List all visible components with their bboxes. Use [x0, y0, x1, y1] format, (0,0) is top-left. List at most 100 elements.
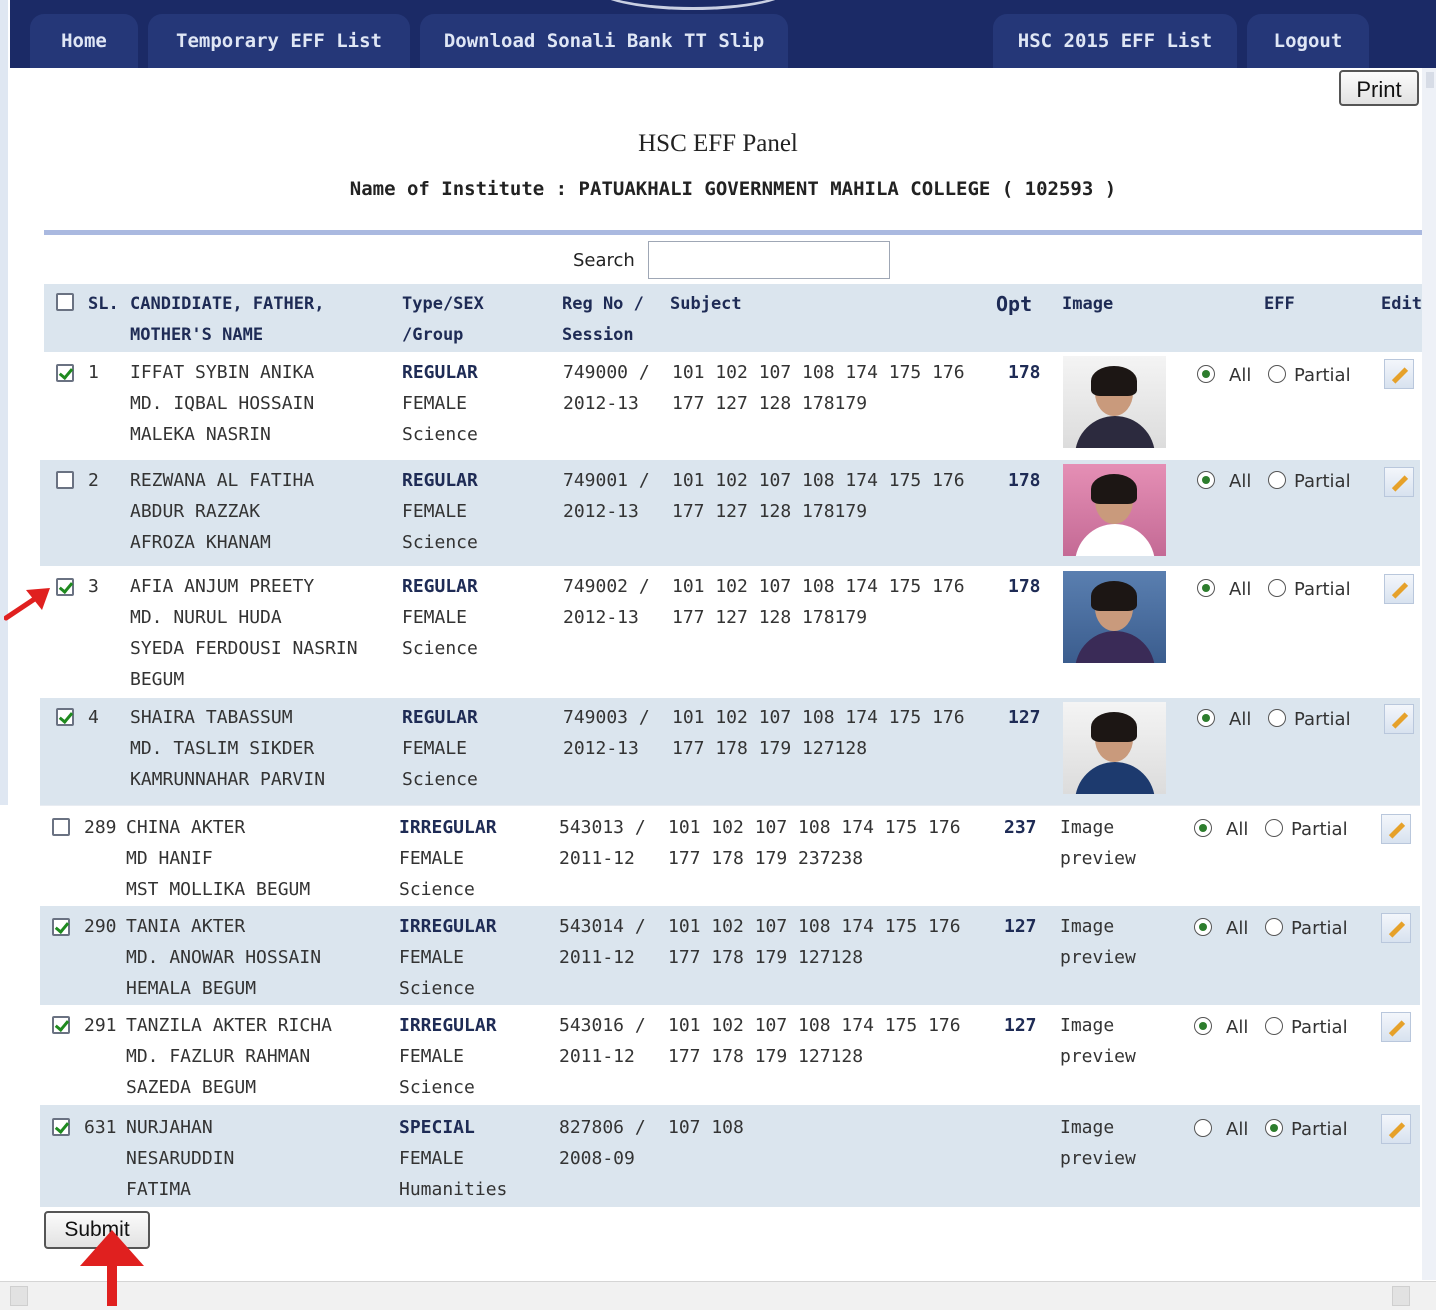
row-checkbox[interactable]: [52, 818, 70, 836]
row-opt: 127: [1004, 916, 1037, 937]
eff-partial-radio[interactable]: [1265, 1119, 1283, 1137]
row-checkbox[interactable]: [52, 1016, 70, 1034]
institute-name: Name of Institute : PATUAKHALI GOVERNMEN…: [349, 178, 1117, 200]
row-subject: 101 102 107 108 174 175 176 177 178 179 …: [668, 916, 961, 968]
eff-partial-radio[interactable]: [1265, 1017, 1283, 1035]
row-sex-group: FEMALE Science: [402, 393, 478, 445]
row-subject: 101 102 107 108 174 175 176 177 127 128 …: [672, 470, 965, 522]
row-subject: 101 102 107 108 174 175 176 177 127 128 …: [672, 362, 965, 414]
eff-partial-radio[interactable]: [1268, 365, 1286, 383]
row-reg: 749002 / 2012-13: [563, 576, 650, 628]
eff-partial-radio[interactable]: [1268, 709, 1286, 727]
eff-all-label: All: [1226, 1017, 1249, 1038]
edit-icon[interactable]: [1384, 704, 1414, 734]
eff-all-radio[interactable]: [1197, 365, 1215, 383]
scroll-left-arrow-icon[interactable]: [10, 1286, 28, 1306]
nav-tab-logout[interactable]: Logout: [1247, 14, 1369, 68]
header-sl: SL.: [88, 294, 119, 314]
header-opt: Opt: [996, 292, 1033, 316]
edit-icon[interactable]: [1384, 574, 1414, 604]
eff-all-label: All: [1226, 1119, 1249, 1140]
row-reg: 827806 / 2008-09: [559, 1117, 646, 1169]
row-checkbox[interactable]: [52, 1118, 70, 1136]
row-subject: 101 102 107 108 174 175 176 177 127 128 …: [672, 576, 965, 628]
row-checkbox[interactable]: [56, 471, 74, 489]
eff-partial-radio[interactable]: [1265, 819, 1283, 837]
nav-tab-download-tt-slip[interactable]: Download Sonali Bank TT Slip: [420, 14, 788, 68]
scroll-up-arrow-icon[interactable]: [1426, 72, 1434, 88]
eff-all-radio[interactable]: [1197, 709, 1215, 727]
image-preview-link[interactable]: Image preview: [1060, 1010, 1136, 1072]
edit-icon[interactable]: [1381, 814, 1411, 844]
print-button[interactable]: Print: [1339, 70, 1419, 106]
row-reg: 543016 / 2011-12: [559, 1015, 646, 1067]
header-reg: Reg No / Session: [562, 294, 644, 345]
row-reg: 749001 / 2012-13: [563, 470, 650, 522]
eff-partial-radio[interactable]: [1268, 471, 1286, 489]
row-sex-group: FEMALE Science: [399, 1046, 475, 1098]
scroll-right-arrow-icon[interactable]: [1392, 1286, 1410, 1306]
row-subject: 101 102 107 108 174 175 176 177 178 179 …: [668, 817, 961, 869]
row-sl: 289: [84, 817, 117, 838]
nav-tab-temporary-eff-list[interactable]: Temporary EFF List: [148, 14, 410, 68]
header-subject: Subject: [670, 294, 742, 314]
nav-tab-home[interactable]: Home: [30, 14, 138, 68]
nav-tab-hsc-2015-eff-list[interactable]: HSC 2015 EFF List: [993, 14, 1237, 68]
eff-all-label: All: [1229, 365, 1252, 386]
eff-partial-label: Partial: [1291, 918, 1348, 939]
eff-all-radio[interactable]: [1197, 471, 1215, 489]
eff-all-radio[interactable]: [1194, 819, 1212, 837]
row-reg: 543014 / 2011-12: [559, 916, 646, 968]
edit-icon[interactable]: [1384, 359, 1414, 389]
row-subject: 107 108: [668, 1117, 744, 1138]
edit-icon[interactable]: [1381, 1114, 1411, 1144]
candidate-photo: [1063, 702, 1166, 794]
page-title: HSC EFF Panel: [638, 130, 798, 157]
image-preview-link[interactable]: Image preview: [1060, 1112, 1136, 1174]
eff-partial-radio[interactable]: [1268, 579, 1286, 597]
eff-all-radio[interactable]: [1197, 579, 1215, 597]
row-checkbox[interactable]: [56, 364, 74, 382]
header-type: Type/SEX /Group: [402, 294, 484, 345]
row-reg: 543013 / 2011-12: [559, 817, 646, 869]
row-checkbox[interactable]: [56, 578, 74, 596]
eff-all-label: All: [1229, 709, 1252, 730]
row-sl: 291: [84, 1015, 117, 1036]
eff-all-label: All: [1226, 819, 1249, 840]
row-sl: 290: [84, 916, 117, 937]
row-subject: 101 102 107 108 174 175 176 177 178 179 …: [668, 1015, 961, 1067]
eff-all-radio[interactable]: [1194, 1119, 1212, 1137]
row-subject: 101 102 107 108 174 175 176 177 178 179 …: [672, 707, 965, 759]
row-type: REGULAR: [402, 707, 478, 728]
row-sex-group: FEMALE Science: [402, 738, 478, 790]
eff-all-radio[interactable]: [1194, 1017, 1212, 1035]
vertical-scrollbar[interactable]: [1422, 68, 1436, 1280]
image-preview-link[interactable]: Image preview: [1060, 812, 1136, 874]
horizontal-scrollbar[interactable]: [0, 1281, 1436, 1310]
image-preview-link[interactable]: Image preview: [1060, 911, 1136, 973]
row-checkbox[interactable]: [52, 918, 70, 936]
row-opt: 127: [1004, 1015, 1037, 1036]
row-reg: 749003 / 2012-13: [563, 707, 650, 759]
row-sl: 3: [88, 576, 99, 597]
edit-icon[interactable]: [1381, 913, 1411, 943]
row-type: REGULAR: [402, 576, 478, 597]
divider: [44, 230, 1422, 235]
logo-emblem: [595, 0, 791, 10]
left-panel-strip: [0, 0, 8, 805]
annotation-arrow-icon: [80, 1230, 144, 1306]
eff-partial-label: Partial: [1294, 365, 1351, 386]
eff-partial-radio[interactable]: [1265, 918, 1283, 936]
row-names: TANZILA AKTER RICHA MD. FAZLUR RAHMAN SA…: [126, 1015, 332, 1098]
row-sex-group: FEMALE Science: [402, 501, 478, 553]
row-checkbox[interactable]: [56, 708, 74, 726]
candidate-photo: [1063, 464, 1166, 556]
edit-icon[interactable]: [1384, 467, 1414, 497]
row-type: REGULAR: [402, 362, 478, 383]
edit-icon[interactable]: [1381, 1012, 1411, 1042]
eff-all-radio[interactable]: [1194, 918, 1212, 936]
eff-partial-label: Partial: [1291, 1119, 1348, 1140]
row-sl: 4: [88, 707, 99, 728]
search-input[interactable]: [648, 241, 890, 279]
select-all-checkbox[interactable]: [56, 293, 74, 311]
